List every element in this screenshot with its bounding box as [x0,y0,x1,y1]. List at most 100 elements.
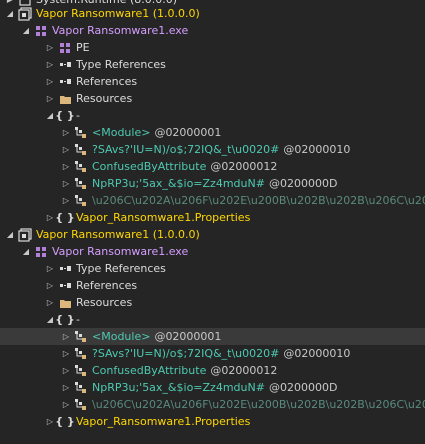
collapse-arrow-icon[interactable]: ▷ [44,212,56,224]
tree-row-type[interactable]: ▷ NpRP3u;'5ax_&$io=Zz4mduN# @0200000D [0,379,425,396]
collapse-arrow-icon[interactable]: ▷ [44,416,56,428]
collapse-arrow-icon[interactable]: ▷ [44,263,56,275]
type-references-icon [58,262,72,276]
assembly-label: Vapor Ransomware1 (1.0.0.0) [36,228,200,241]
type-name: <Module> [92,126,151,139]
type-references-label: Type References [76,262,166,275]
namespace-icon: { } [55,313,75,326]
expand-arrow-icon[interactable]: ◢ [20,25,32,37]
expand-arrow-icon[interactable]: ◢ [20,246,32,258]
type-name: ConfusedByAttribute [92,160,207,173]
tree-row-references[interactable]: ▷ References [0,73,425,90]
expand-arrow-icon[interactable]: ◢ [4,229,16,241]
expand-arrow-icon[interactable]: ◢ [44,314,56,326]
collapse-arrow-icon[interactable]: ▷ [60,348,72,360]
assembly-icon [18,6,32,21]
tree-row-namespace[interactable]: ◢ { } - [0,107,425,124]
namespace-label: - [76,313,80,326]
collapse-arrow-icon[interactable]: ▷ [60,144,72,156]
tree-row-type[interactable]: ▷ ?SAvs?'IU=N)/o$;72IQ&_t\u0020# @020000… [0,141,425,158]
resources-label: Resources [76,92,133,105]
type-name: NpRP3u;'5ax_&$io=Zz4mduN# [92,177,265,190]
pe-label: PE [76,41,90,54]
namespace-label: Vapor_Ransomware1.Properties [76,211,251,224]
tree-row-type[interactable]: ▷ ?SAvs?'IU=N)/o$;72IQ&_t\u0020# @020000… [0,345,425,362]
type-token: @02000001 [154,126,222,139]
type-references-label: Type References [76,58,166,71]
tree-row-resources[interactable]: ▷ Resources [0,90,425,107]
collapse-arrow-icon[interactable]: ▷ [60,161,72,173]
type-name: ?SAvs?'IU=N)/o$;72IQ&_t\u0020# [92,347,280,360]
class-icon [74,160,88,174]
type-name: ConfusedByAttribute [92,364,207,377]
type-token: @02000010 [283,143,351,156]
collapse-arrow-icon[interactable]: ▷ [60,382,72,394]
tree-row-namespace[interactable]: ◢ { } - [0,311,425,328]
namespace-icon: { } [55,109,75,122]
tree-row-type[interactable]: ▷ \u206C\u202A\u206F\u202E\u200B\u202B\u… [0,396,425,413]
module-label: Vapor Ransomware1.exe [52,245,189,258]
tree-row-assembly[interactable]: ◢ Vapor Ransomware1 (1.0.0.0) [0,5,425,22]
folder-icon [58,92,72,106]
class-icon [74,347,88,361]
class-icon [74,330,88,344]
tree-row-type[interactable]: ▷ NpRP3u;'5ax_&$io=Zz4mduN# @0200000D [0,175,425,192]
tree-row-references[interactable]: ▷ References [0,277,425,294]
type-token: @02000012 [210,364,278,377]
tree-row-namespace-properties[interactable]: ▷ { } Vapor_Ransomware1.Properties [0,209,425,226]
resources-label: Resources [76,296,133,309]
collapse-arrow-icon[interactable]: ▷ [60,178,72,190]
tree-row-type[interactable]: ▷ <Module> @02000001 [0,124,425,141]
assembly-label: Vapor Ransomware1 (1.0.0.0) [36,7,200,20]
namespace-label: Vapor_Ransomware1.Properties [76,415,251,428]
collapse-arrow-icon[interactable]: ▷ [44,59,56,71]
class-icon [74,398,88,412]
tree-row-type-references[interactable]: ▷ Type References [0,56,425,73]
tree-row-type[interactable]: ▷ ConfusedByAttribute @02000012 [0,158,425,175]
tree-row-type[interactable]: ▷ ConfusedByAttribute @02000012 [0,362,425,379]
collapse-arrow-icon[interactable]: ▷ [60,331,72,343]
class-icon [74,194,88,208]
class-icon [74,126,88,140]
collapse-arrow-icon[interactable]: ▷ [60,399,72,411]
type-token: @02000001 [154,330,222,343]
tree-row-type-selected[interactable]: ▷ <Module> @02000001 [0,328,425,345]
tree-row-pe[interactable]: ▷ PE [0,39,425,56]
class-icon [74,177,88,191]
references-icon [58,279,72,293]
tree-row-type-references[interactable]: ▷ Type References [0,260,425,277]
references-icon [58,75,72,89]
type-token: @0200000D [268,177,338,190]
tree-row-module[interactable]: ◢ Vapor Ransomware1.exe [0,243,425,260]
namespace-label: - [76,109,80,122]
pe-icon [58,41,72,55]
expand-arrow-icon[interactable]: ◢ [44,110,56,122]
collapse-arrow-icon[interactable]: ▷ [44,42,56,54]
collapse-arrow-icon[interactable]: ▷ [44,297,56,309]
module-icon [34,24,48,38]
tree-row-namespace-properties[interactable]: ▷ { } Vapor_Ransomware1.Properties [0,413,425,430]
type-name: \u206C\u202A\u206F\u202E\u200B\u202B\u20… [92,398,425,411]
type-name: ?SAvs?'IU=N)/o$;72IQ&_t\u0020# [92,143,280,156]
collapse-arrow-icon[interactable]: ▷ [44,93,56,105]
module-icon [34,245,48,259]
collapse-arrow-icon[interactable]: ▷ [44,76,56,88]
collapse-arrow-icon[interactable]: ▷ [60,127,72,139]
collapse-arrow-icon[interactable]: ▷ [60,365,72,377]
references-label: References [76,75,138,88]
collapse-arrow-icon[interactable]: ▷ [60,195,72,207]
assembly-icon [18,227,32,242]
type-token: @0200000D [268,381,338,394]
class-icon [74,364,88,378]
tree-row-assembly[interactable]: ◢ Vapor Ransomware1 (1.0.0.0) [0,226,425,243]
tree-row-type[interactable]: ▷ \u206C\u202A\u206F\u202E\u200B\u202B\u… [0,192,425,209]
expand-arrow-icon[interactable]: ◢ [4,8,16,20]
collapse-arrow-icon[interactable]: ▷ [44,280,56,292]
tree-row-resources[interactable]: ▷ Resources [0,294,425,311]
tree-row-module[interactable]: ◢ Vapor Ransomware1.exe [0,22,425,39]
type-name: \u206C\u202A\u206F\u202E\u200B\u202B\u20… [92,194,425,207]
type-name: <Module> [92,330,151,343]
type-references-icon [58,58,72,72]
references-label: References [76,279,138,292]
module-label: Vapor Ransomware1.exe [52,24,189,37]
